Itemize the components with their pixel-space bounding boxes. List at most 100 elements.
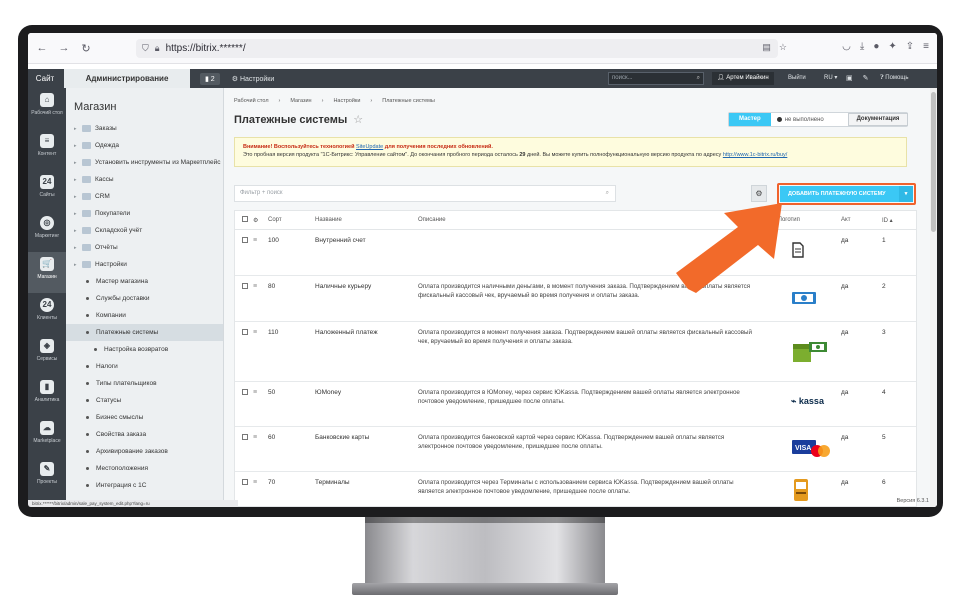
admin-tab[interactable]: Администрирование bbox=[64, 69, 190, 88]
row-checkbox[interactable] bbox=[242, 237, 248, 243]
table-row[interactable]: ≡ 60 Банковские карты Оплата производится б… bbox=[235, 427, 916, 472]
add-payment-system-button[interactable]: ДОБАВИТЬ ПЛАТЕЖНУЮ СИСТЕМУ ▾ bbox=[780, 186, 913, 202]
menu-item[interactable]: ▸ Покупатели bbox=[66, 205, 223, 222]
panel-icon[interactable]: ▣ bbox=[846, 69, 853, 88]
row-menu-icon[interactable]: ≡ bbox=[253, 434, 257, 441]
chevron-right-icon[interactable]: ▸ bbox=[74, 245, 82, 251]
chevron-right-icon[interactable]: ▸ bbox=[74, 143, 82, 149]
buy-link[interactable]: http://www.1c-bitrix.ru/buy/ bbox=[723, 152, 788, 158]
logout-link[interactable]: Выйти bbox=[788, 69, 806, 88]
menu-item[interactable]: Настройка возвратов bbox=[66, 341, 223, 358]
cell-name[interactable]: Терминалы bbox=[315, 479, 350, 486]
chevron-right-icon[interactable]: ▸ bbox=[74, 211, 82, 217]
reader-icon[interactable]: ▤ bbox=[762, 42, 771, 53]
reload-icon[interactable]: ↻ bbox=[78, 42, 94, 55]
back-icon[interactable]: ← bbox=[34, 42, 50, 54]
account-icon[interactable]: ● bbox=[873, 41, 879, 52]
scrollbar-thumb[interactable] bbox=[931, 92, 936, 232]
row-checkbox[interactable] bbox=[242, 329, 248, 335]
menu-item[interactable]: ▸ Отчёты bbox=[66, 239, 223, 256]
cell-name[interactable]: Банковские карты bbox=[315, 434, 369, 441]
row-checkbox[interactable] bbox=[242, 479, 248, 485]
menu-item[interactable]: ▸ Настройки bbox=[66, 256, 223, 273]
row-checkbox[interactable] bbox=[242, 283, 248, 289]
header-id[interactable]: ID ▴ bbox=[882, 217, 893, 224]
top-search-input[interactable]: поиск... ⌕ bbox=[608, 72, 704, 85]
notifications-badge[interactable]: ▮ 2 bbox=[200, 72, 220, 85]
menu-item[interactable]: ▸ Заказы bbox=[66, 120, 223, 137]
menu-item[interactable]: Компании bbox=[66, 307, 223, 324]
chevron-right-icon[interactable]: ▸ bbox=[74, 262, 82, 268]
menu-item[interactable]: Местоположения bbox=[66, 460, 223, 477]
module-analytics[interactable]: ▮ Аналитика bbox=[28, 375, 66, 416]
download-icon[interactable]: ⤓ bbox=[860, 41, 864, 52]
module-projects[interactable]: ✎ Проекты bbox=[28, 457, 66, 498]
menu-item[interactable]: Интеграция с 1С bbox=[66, 477, 223, 494]
row-menu-icon[interactable]: ≡ bbox=[253, 479, 257, 486]
module-clients[interactable]: 24 Клиенты bbox=[28, 293, 66, 334]
menu-item[interactable]: Архивирование заказов bbox=[66, 443, 223, 460]
menu-item[interactable]: Свойства заказа bbox=[66, 426, 223, 443]
row-menu-icon[interactable]: ≡ bbox=[253, 237, 257, 244]
menu-item[interactable]: ▸ Складской учёт bbox=[66, 222, 223, 239]
menu-item[interactable]: Типы плательщиков bbox=[66, 375, 223, 392]
site-tab[interactable]: Сайт bbox=[28, 74, 62, 83]
module-sites[interactable]: 24 Сайты bbox=[28, 170, 66, 211]
cell-name[interactable]: Наличные курьеру bbox=[315, 283, 371, 290]
cell-name[interactable]: Внутренний счет bbox=[315, 237, 366, 244]
chevron-right-icon[interactable]: ▸ bbox=[74, 160, 82, 166]
chevron-right-icon[interactable]: ▸ bbox=[74, 194, 82, 200]
documentation-button[interactable]: Документация bbox=[848, 113, 908, 126]
header-active[interactable]: Акт bbox=[841, 217, 850, 223]
module-shop[interactable]: 🛒 Магазин bbox=[28, 252, 66, 293]
table-row[interactable]: ≡ 80 Наличные курьеру Оплата производится н… bbox=[235, 276, 916, 322]
pin-icon[interactable]: ✎ bbox=[863, 69, 869, 88]
chevron-down-icon[interactable]: ▾ bbox=[899, 186, 913, 202]
page-scrollbar[interactable] bbox=[930, 88, 937, 507]
chevron-right-icon[interactable]: ▸ bbox=[74, 228, 82, 234]
cell-name[interactable]: Наложенный платеж bbox=[315, 329, 378, 336]
breadcrumb-shop[interactable]: Магазин bbox=[290, 98, 311, 104]
language-select[interactable]: RU ▾ bbox=[824, 69, 837, 88]
favorite-star-icon[interactable]: ☆ bbox=[353, 114, 363, 126]
module-marketplace[interactable]: ☁ Marketplace bbox=[28, 416, 66, 457]
extensions-icon[interactable]: ✦ bbox=[888, 41, 896, 52]
columns-gear-icon[interactable]: ⚙ bbox=[253, 217, 258, 224]
menu-item[interactable]: Мастер магазина bbox=[66, 273, 223, 290]
radio-icon[interactable] bbox=[776, 117, 782, 122]
menu-item[interactable]: Налоги bbox=[66, 358, 223, 375]
share-icon[interactable]: ⇪ bbox=[906, 41, 914, 52]
row-menu-icon[interactable]: ≡ bbox=[253, 389, 257, 396]
user-button[interactable]: 👤︎ Артем Ивайкин bbox=[712, 72, 774, 85]
siteupdate-link[interactable]: SiteUpdate bbox=[356, 144, 383, 150]
breadcrumb-settings[interactable]: Настройки bbox=[333, 98, 360, 104]
module-services[interactable]: ◈ Сервисы bbox=[28, 334, 66, 375]
chevron-right-icon[interactable]: ▸ bbox=[74, 126, 82, 132]
header-name[interactable]: Название bbox=[315, 217, 342, 223]
menu-item[interactable]: ▸ CRM bbox=[66, 188, 223, 205]
row-menu-icon[interactable]: ≡ bbox=[253, 329, 257, 336]
settings-link[interactable]: ⚙ Настройки bbox=[232, 75, 275, 83]
module-marketing[interactable]: ◎ Маркетинг bbox=[28, 211, 66, 252]
menu-item[interactable]: Платежные системы bbox=[66, 324, 223, 341]
forward-icon[interactable]: → bbox=[56, 42, 72, 54]
table-row[interactable]: ≡ 100 Внутренний счет да 1 bbox=[235, 230, 916, 276]
table-row[interactable]: ≡ 110 Наложенный платеж Оплата производится… bbox=[235, 322, 916, 382]
row-checkbox[interactable] bbox=[242, 389, 248, 395]
menu-item[interactable]: Службы доставки bbox=[66, 290, 223, 307]
master-button[interactable]: Мастер bbox=[729, 113, 771, 126]
menu-item[interactable]: ▸ Одежда bbox=[66, 137, 223, 154]
table-row[interactable]: ≡ 70 Терминалы Оплата производится через Те… bbox=[235, 472, 916, 506]
address-bar[interactable]: ⛉ 🔒︎ https://bitrix.******/ bbox=[136, 39, 778, 58]
menu-icon[interactable]: ≡ bbox=[923, 41, 929, 52]
select-all-checkbox[interactable] bbox=[242, 216, 248, 222]
row-checkbox[interactable] bbox=[242, 434, 248, 440]
breadcrumb-desktop[interactable]: Рабочий стол bbox=[234, 98, 269, 104]
help-link[interactable]: ❓︎ Помощь bbox=[880, 69, 908, 88]
bookmark-star-icon[interactable]: ☆ bbox=[779, 42, 787, 53]
menu-item[interactable]: ▸ Кассы bbox=[66, 171, 223, 188]
grid-settings-button[interactable]: ⚙ bbox=[751, 185, 767, 202]
row-menu-icon[interactable]: ≡ bbox=[253, 283, 257, 290]
menu-item[interactable]: Бизнес смыслы bbox=[66, 409, 223, 426]
module-desktop[interactable]: ⌂ Рабочий стол bbox=[28, 88, 66, 129]
